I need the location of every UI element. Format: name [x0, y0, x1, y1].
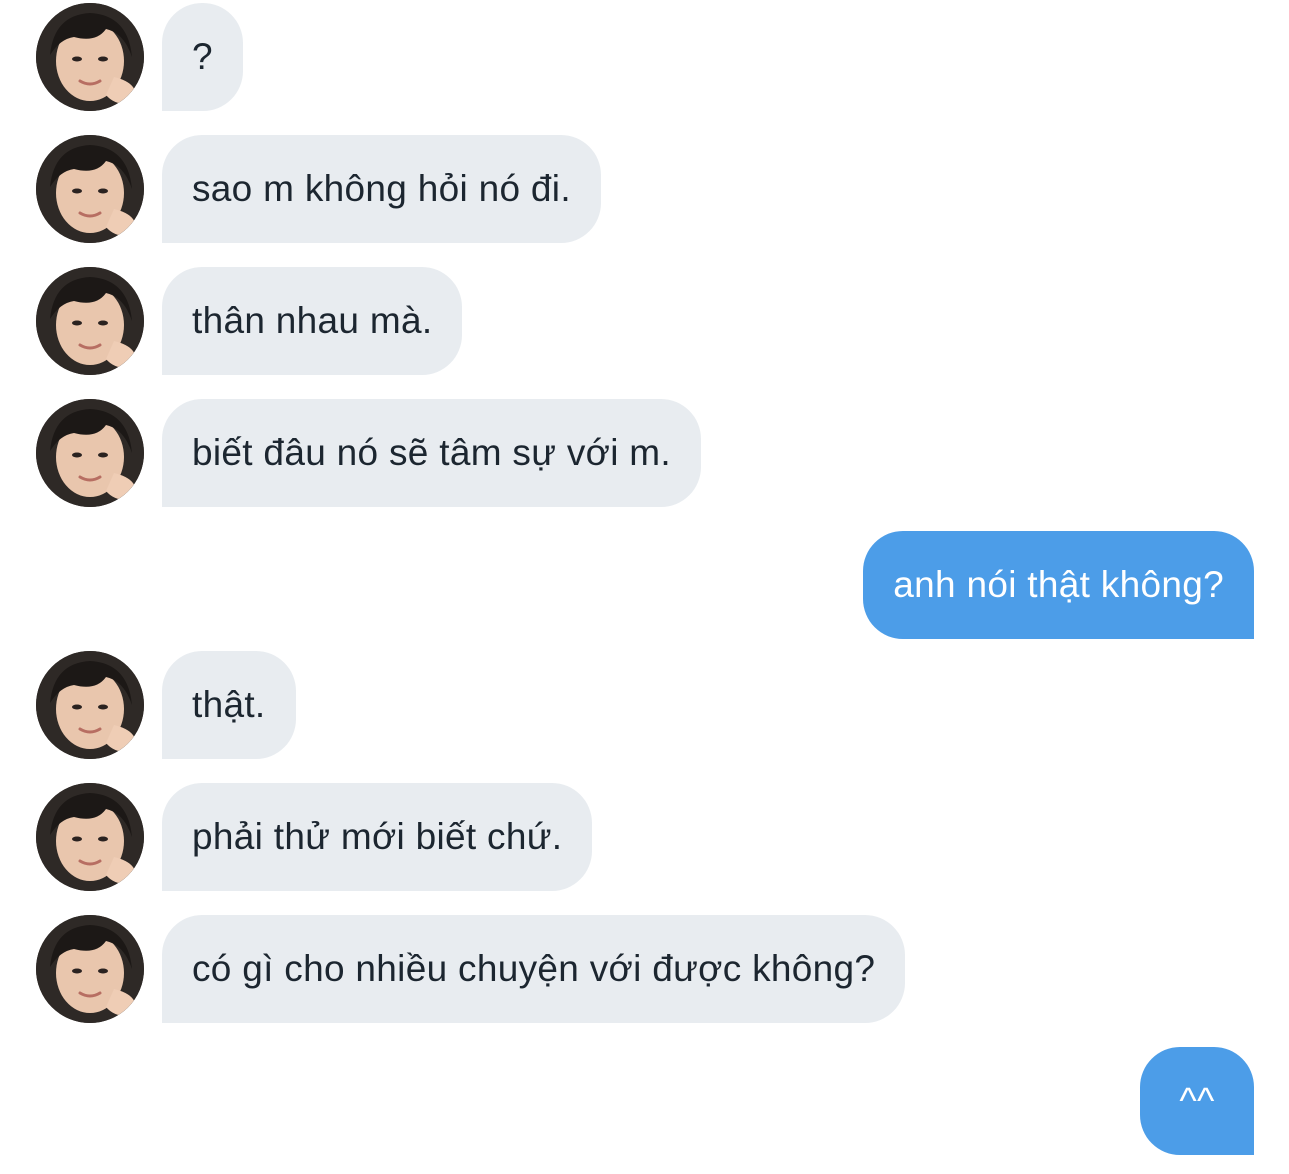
incoming-message-bubble[interactable]: sao m không hỏi nó đi. [162, 135, 601, 243]
message-row-outgoing: anh nói thật không? [0, 531, 1289, 639]
contact-avatar[interactable] [36, 915, 144, 1023]
message-row-incoming: phải thử mới biết chứ. [0, 783, 1289, 891]
message-text: biết đâu nó sẽ tâm sự với m. [192, 432, 672, 473]
message-text: thật. [192, 684, 266, 725]
avatar-photo-icon [36, 651, 144, 759]
message-text: thân nhau mà. [192, 300, 433, 341]
message-row-outgoing: ^^ [0, 1047, 1289, 1155]
incoming-message-bubble[interactable]: biết đâu nó sẽ tâm sự với m. [162, 399, 702, 507]
contact-avatar[interactable] [36, 135, 144, 243]
incoming-message-bubble[interactable]: có gì cho nhiều chuyện với được không? [162, 915, 906, 1023]
incoming-message-bubble[interactable]: thân nhau mà. [162, 267, 463, 375]
message-row-incoming: thật. [0, 651, 1289, 759]
message-text: ^^ [1179, 1080, 1215, 1121]
message-row-incoming: ? [0, 3, 1289, 111]
contact-avatar[interactable] [36, 399, 144, 507]
contact-avatar[interactable] [36, 267, 144, 375]
incoming-message-bubble[interactable]: thật. [162, 651, 296, 759]
contact-avatar[interactable] [36, 3, 144, 111]
outgoing-message-bubble[interactable]: anh nói thật không? [863, 531, 1254, 639]
avatar-photo-icon [36, 399, 144, 507]
message-text: phải thử mới biết chứ. [192, 816, 563, 857]
contact-avatar[interactable] [36, 783, 144, 891]
contact-avatar[interactable] [36, 651, 144, 759]
avatar-photo-icon [36, 267, 144, 375]
message-row-incoming: thân nhau mà. [0, 267, 1289, 375]
message-row-incoming: có gì cho nhiều chuyện với được không? [0, 915, 1289, 1023]
message-text: anh nói thật không? [893, 564, 1224, 605]
message-row-incoming: biết đâu nó sẽ tâm sự với m. [0, 399, 1289, 507]
avatar-photo-icon [36, 783, 144, 891]
incoming-message-bubble[interactable]: phải thử mới biết chứ. [162, 783, 593, 891]
incoming-message-bubble[interactable]: ? [162, 3, 243, 111]
message-row-incoming: sao m không hỏi nó đi. [0, 135, 1289, 243]
outgoing-message-bubble[interactable]: ^^ [1140, 1047, 1254, 1155]
avatar-photo-icon [36, 3, 144, 111]
message-text: có gì cho nhiều chuyện với được không? [192, 948, 876, 989]
avatar-photo-icon [36, 135, 144, 243]
message-text: ? [192, 36, 213, 77]
avatar-photo-icon [36, 915, 144, 1023]
message-thread[interactable]: ? sao m không hỏi nó đi. thân nhau mà. b… [0, 0, 1289, 1174]
message-text: sao m không hỏi nó đi. [192, 168, 571, 209]
